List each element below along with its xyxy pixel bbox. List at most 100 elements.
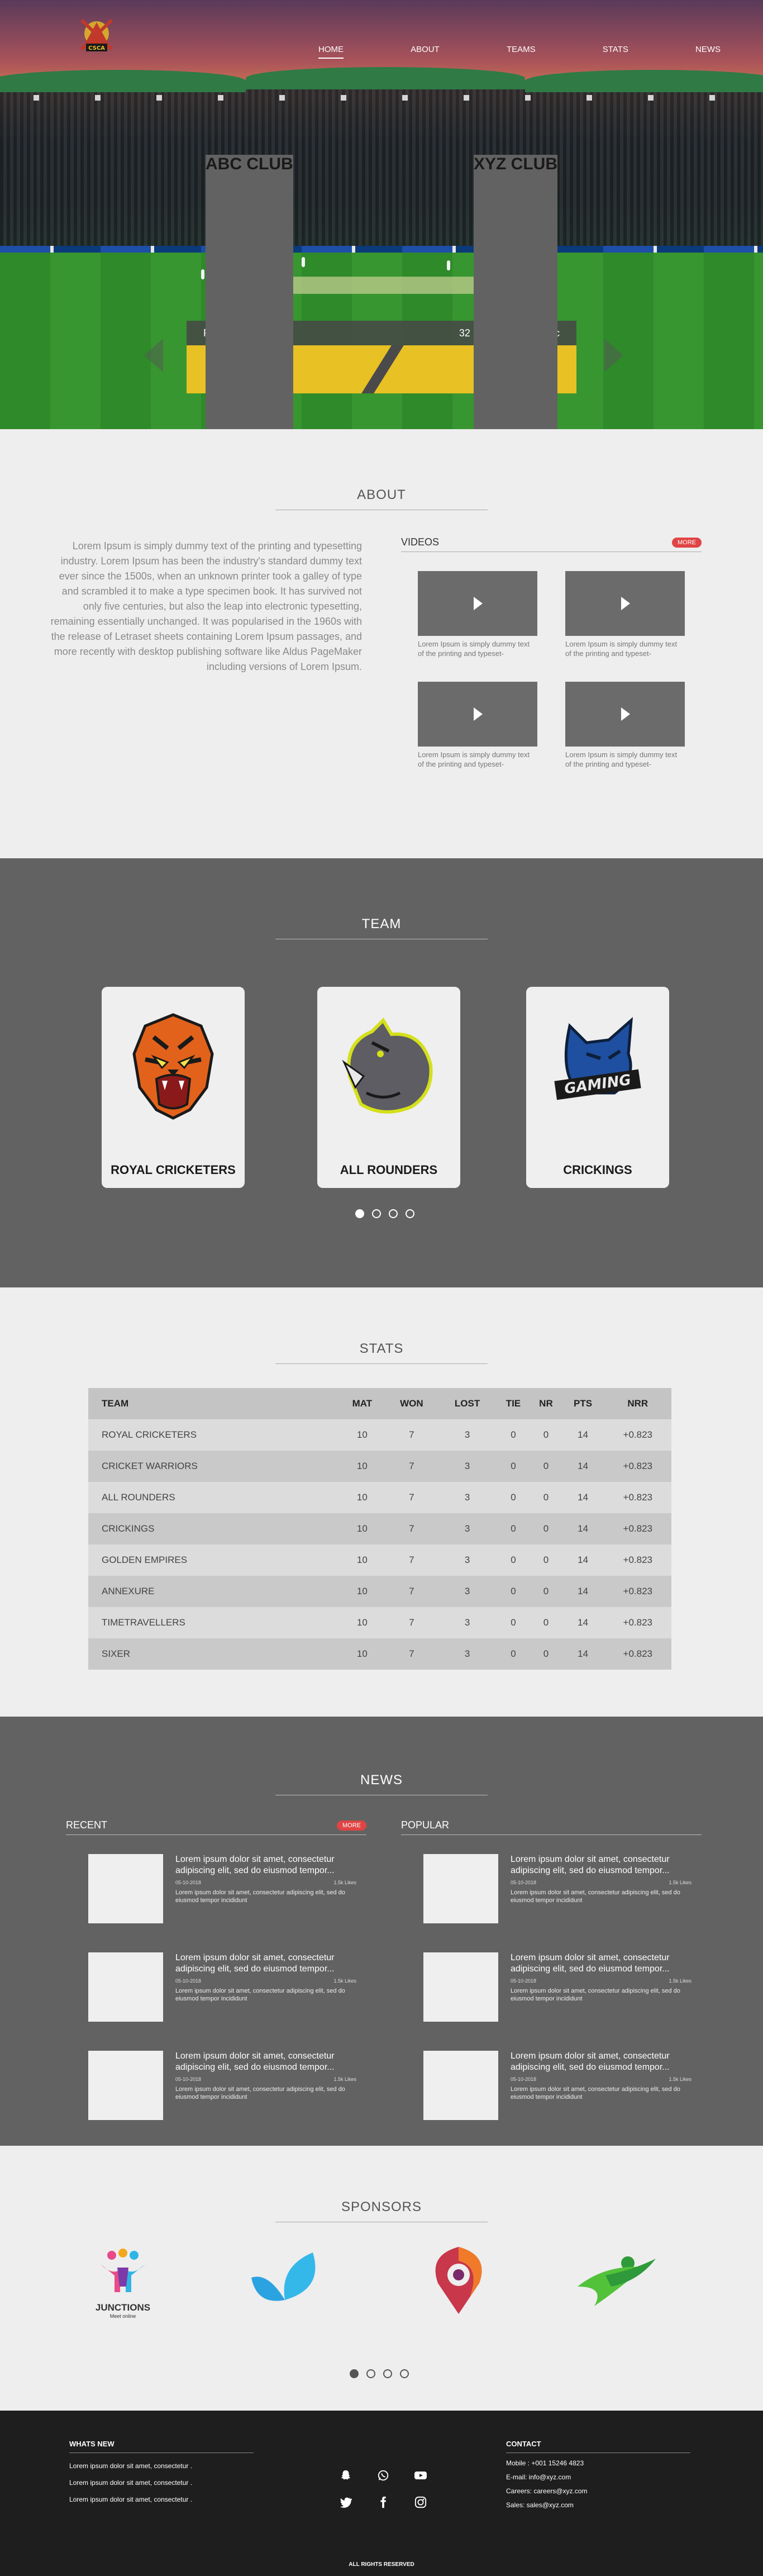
nav-news[interactable]: NEWS (695, 45, 721, 59)
news-date: 05-10-2018 (175, 1978, 202, 1984)
news-thumbnail[interactable] (88, 1854, 163, 1923)
player (302, 257, 305, 267)
video-card[interactable]: Lorem Ipsum is simply dummy text of the … (418, 682, 537, 769)
stat-cell: 0 (530, 1513, 562, 1544)
news-item[interactable]: Lorem ipsum dolor sit amet, consectetur … (423, 1952, 692, 2022)
carousel-dot[interactable] (366, 2369, 375, 2378)
sponsor-junctions[interactable]: JUNCTIONS Meet online (89, 2247, 156, 2319)
table-row[interactable]: CRICKET WARRIORS 10 7 3 0 0 14 +0.823 (88, 1451, 671, 1482)
news-more-button[interactable]: MORE (337, 1820, 366, 1831)
news-item[interactable]: Lorem ipsum dolor sit amet, consectetur … (88, 2051, 356, 2120)
carousel-dot[interactable] (355, 1209, 364, 1218)
team-card-crickings[interactable]: GAMING CRICKINGS (526, 987, 669, 1188)
contact-sales[interactable]: Sales: sales@xyz.com (506, 2501, 690, 2509)
video-thumbnail[interactable] (418, 682, 537, 747)
news-thumbnail[interactable] (88, 1952, 163, 2022)
whats-new-column: WHATS NEW Lorem ipsum dolor sit amet, co… (69, 2440, 254, 2503)
news-thumbnail[interactable] (423, 1952, 498, 2022)
carousel-dot[interactable] (400, 2369, 409, 2378)
news-title[interactable]: Lorem ipsum dolor sit amet, consectetur … (511, 2051, 692, 2073)
whats-new-item[interactable]: Lorem ipsum dolor sit amet, consectetur … (69, 2462, 254, 2470)
news-title[interactable]: Lorem ipsum dolor sit amet, consectetur … (175, 2051, 356, 2073)
news-thumbnail[interactable] (88, 2051, 163, 2120)
news-item[interactable]: Lorem ipsum dolor sit amet, consectetur … (423, 1854, 692, 1923)
carousel-dot[interactable] (350, 2369, 359, 2378)
youtube-icon[interactable] (413, 2468, 428, 2483)
play-icon[interactable] (474, 597, 483, 610)
table-row[interactable]: ANNEXURE 10 7 3 0 0 14 +0.823 (88, 1576, 671, 1607)
contact-email[interactable]: E-mail: info@xyz.com (506, 2473, 690, 2481)
sponsor-pin[interactable] (428, 2244, 489, 2319)
team-card-royal-cricketers[interactable]: ROYAL CRICKETERS (102, 987, 245, 1188)
whats-new-item[interactable]: Lorem ipsum dolor sit amet, consectetur … (69, 2479, 254, 2487)
instagram-icon[interactable] (413, 2494, 428, 2510)
next-arrow-icon[interactable] (604, 339, 623, 372)
stat-cell: 3 (438, 1513, 497, 1544)
nav-about[interactable]: ABOUT (411, 45, 440, 59)
stat-cell: 10 (339, 1419, 385, 1451)
nav-stats[interactable]: STATS (603, 45, 628, 59)
video-card[interactable]: Lorem Ipsum is simply dummy text of the … (565, 571, 685, 658)
video-thumbnail[interactable] (418, 571, 537, 636)
news-description: Lorem ipsum dolor sit amet, consectetur … (175, 1889, 345, 1904)
table-row[interactable]: CRICKINGS 10 7 3 0 0 14 +0.823 (88, 1513, 671, 1544)
table-row[interactable]: TIMETRAVELLERS 10 7 3 0 0 14 +0.823 (88, 1607, 671, 1638)
play-icon[interactable] (621, 707, 630, 721)
play-icon[interactable] (474, 707, 483, 721)
news-thumbnail[interactable] (423, 1854, 498, 1923)
video-thumbnail[interactable] (565, 571, 685, 636)
news-description: Lorem ipsum dolor sit amet, consectetur … (175, 1988, 345, 2002)
news-item[interactable]: Lorem ipsum dolor sit amet, consectetur … (423, 2051, 692, 2120)
news-title[interactable]: Lorem ipsum dolor sit amet, consectetur … (175, 1952, 356, 1975)
video-card[interactable]: Lorem Ipsum is simply dummy text of the … (418, 571, 537, 658)
club-logo[interactable]: CSCA (71, 15, 122, 59)
team-card-all-rounders[interactable]: ALL ROUNDERS (317, 987, 460, 1188)
news-likes: 1.5k Likes (669, 1880, 692, 1885)
sponsor-butterfly[interactable] (246, 2250, 324, 2313)
whatsapp-icon[interactable] (375, 2468, 391, 2483)
videos-more-button[interactable]: MORE (672, 537, 702, 548)
news-title[interactable]: Lorem ipsum dolor sit amet, consectetur … (175, 1854, 356, 1876)
standings-table: TEAM MAT WON LOST TIE NR PTS NRR ROYAL C… (88, 1388, 671, 1670)
play-icon[interactable] (621, 597, 630, 610)
player (201, 269, 204, 279)
news-item[interactable]: Lorem ipsum dolor sit amet, consectetur … (88, 1952, 356, 2022)
stat-cell: 0 (530, 1576, 562, 1607)
news-date: 05-10-2018 (175, 1880, 202, 1885)
contact-careers[interactable]: Careers: careers@xyz.com (506, 2487, 690, 2495)
nav-home[interactable]: HOME (318, 45, 344, 59)
twitter-icon[interactable] (338, 2494, 354, 2510)
carousel-dot[interactable] (406, 1209, 414, 1218)
facebook-icon[interactable] (375, 2494, 391, 2510)
team-title: TEAM (0, 916, 763, 939)
contact-mobile[interactable]: Mobile : +001 15246 4823 (506, 2459, 690, 2467)
table-row[interactable]: SIXER 10 7 3 0 0 14 +0.823 (88, 1638, 671, 1670)
video-thumbnail[interactable] (565, 682, 685, 747)
video-card[interactable]: Lorem Ipsum is simply dummy text of the … (565, 682, 685, 769)
stat-cell: 0 (530, 1638, 562, 1670)
hero-banner: CSCA HOME ABOUT TEAMS STATS NEWS PQR STA… (0, 0, 763, 429)
team-name-cell: TIMETRAVELLERS (88, 1607, 340, 1638)
carousel-dot[interactable] (372, 1209, 381, 1218)
runner-logo-icon (578, 2256, 656, 2306)
table-row[interactable]: ROYAL CRICKETERS 10 7 3 0 0 14 +0.823 (88, 1419, 671, 1451)
carousel-dot[interactable] (383, 2369, 392, 2378)
whats-new-item[interactable]: Lorem ipsum dolor sit amet, consectetur … (69, 2496, 254, 2503)
news-item[interactable]: Lorem ipsum dolor sit amet, consectetur … (88, 1854, 356, 1923)
sponsor-runner[interactable] (572, 2253, 661, 2311)
team-name-cell: ROYAL CRICKETERS (88, 1419, 340, 1451)
stat-cell: 14 (561, 1544, 604, 1576)
stat-cell: 7 (385, 1513, 438, 1544)
snapchat-icon[interactable] (338, 2468, 354, 2483)
table-row[interactable]: GOLDEN EMPIRES 10 7 3 0 0 14 +0.823 (88, 1544, 671, 1576)
title-underline (275, 1363, 488, 1364)
nav-teams[interactable]: TEAMS (507, 45, 536, 59)
news-title[interactable]: Lorem ipsum dolor sit amet, consectetur … (511, 1854, 692, 1876)
news-date: 05-10-2018 (511, 1978, 537, 1984)
table-row[interactable]: ALL ROUNDERS 10 7 3 0 0 14 +0.823 (88, 1482, 671, 1513)
stadium-roof (246, 67, 525, 89)
carousel-dot[interactable] (389, 1209, 398, 1218)
news-thumbnail[interactable] (423, 2051, 498, 2120)
news-title[interactable]: Lorem ipsum dolor sit amet, consectetur … (511, 1952, 692, 1975)
prev-arrow-icon[interactable] (144, 339, 163, 372)
